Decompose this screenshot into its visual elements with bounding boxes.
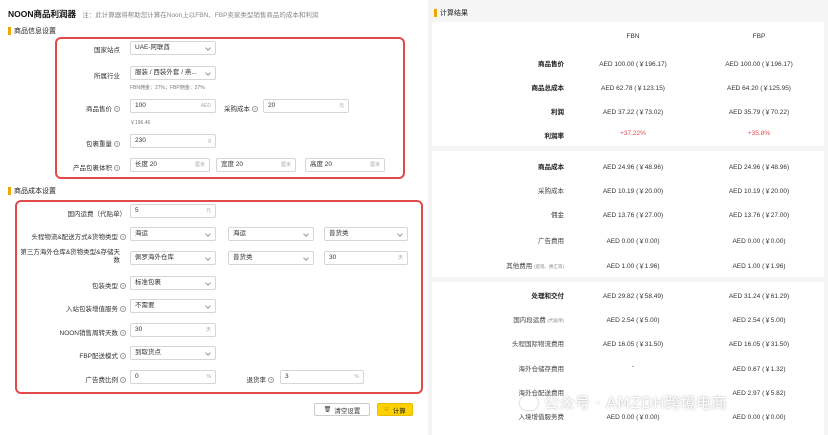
overseas-label: 第三方海外仓库&货物类型&存储天数 [20, 249, 120, 264]
inbound-select[interactable]: 不需要 [130, 299, 216, 313]
volume-label: 产品包裹体积? [73, 165, 120, 172]
pointer-hand-icon: ☞ [384, 407, 390, 413]
page-header: NOON商品利润器 注：此计算器将帮助您计算在Noon上以FBN、FBP卖家类型… [8, 8, 318, 20]
calculate-button[interactable]: ☞ 计算 [377, 403, 413, 416]
width-input[interactable]: 宽度 20 厘米 [216, 158, 296, 172]
help-icon: ? [120, 306, 126, 313]
product-section-title: 商品信息设置 [8, 26, 56, 36]
page-note: 注：此计算器将帮助您计算在Noon上以FBN、FBP卖家类型销售商品的成本和利润 [82, 12, 319, 19]
chevron-down-icon [205, 280, 211, 286]
app-root: NOON商品利润器 注：此计算器将帮助您计算在Noon上以FBN、FBP卖家类型… [0, 0, 828, 435]
results-panel: 计算结果 FBN FBP 商品售价 AED 100.00 (￥196.17) AED… [428, 0, 828, 435]
headhaul-mode-select[interactable]: 海运 [130, 227, 216, 241]
headhaul-type-select[interactable]: 普货类 [324, 227, 408, 241]
chevron-down-icon [397, 231, 403, 237]
commission-note: FBN佣金：27%；FBP佣金：27% [130, 85, 205, 91]
headhaul-method-select[interactable]: 海运 [228, 227, 314, 241]
col-fbn: FBN [626, 33, 640, 40]
domestic-label: 国内运费（代贴单） [67, 211, 127, 218]
purchase-input[interactable]: 20 元 [263, 99, 349, 113]
headhaul-label: 头程物流&配送方式&货物类型? [31, 234, 126, 241]
return-label: 退货率? [246, 377, 274, 384]
help-icon: ? [114, 106, 120, 113]
price-input[interactable]: 100 AED [130, 99, 216, 113]
ad-ratio-input[interactable]: 0% [130, 370, 216, 384]
chevron-down-icon [205, 303, 211, 309]
country-label: 国家站点 [94, 47, 120, 54]
return-rate-input[interactable]: 3% [280, 370, 364, 384]
summary-card: FBN FBP 商品售价 AED 100.00 (￥196.17) AED 100.… [432, 22, 824, 146]
overseas-type-select[interactable]: 普货类 [228, 251, 314, 265]
weight-label: 包裹重量? [86, 141, 120, 148]
package-select[interactable]: 标准包裹 [130, 276, 216, 290]
storage-days-input[interactable]: 30 天 [324, 251, 408, 265]
industry-label: 所属行业 [94, 73, 120, 80]
inbound-label: 入站包装增值服务? [66, 306, 126, 313]
overseas-warehouse-select[interactable]: 佩罗海外仓库 [130, 251, 216, 265]
calculator-panel: NOON商品利润器 注：此计算器将帮助您计算在Noon上以FBN、FBP卖家类型… [0, 0, 423, 435]
chevron-down-icon [205, 70, 211, 76]
country-select[interactable]: UAE-阿联酋 [130, 41, 216, 55]
sales-days-label: NOON销售周转天数? [59, 330, 126, 337]
length-input[interactable]: 长度 20 厘米 [130, 158, 210, 172]
purchase-label: 采购成本? [224, 106, 258, 113]
help-icon: ? [120, 353, 126, 360]
help-icon: ? [120, 377, 126, 384]
help-icon: ? [120, 283, 126, 290]
chevron-down-icon [205, 350, 211, 356]
help-icon: ? [114, 165, 120, 172]
product-cost-card: 商品成本 AED 24.96 (￥48.96) AED 24.96 (￥48.96)… [432, 151, 824, 277]
watermark: 公众号 · AMZDH跨境电商 [520, 392, 727, 413]
help-icon: ? [120, 234, 126, 241]
domestic-input[interactable]: 5元 [130, 204, 216, 218]
fbp-label: FBP配送模式? [79, 353, 126, 360]
price-label: 商品售价? [86, 106, 120, 113]
cost-section-title: 商品成本设置 [8, 186, 56, 196]
sales-days-input[interactable]: 30 天 [130, 323, 216, 337]
results-title: 计算结果 [434, 8, 468, 18]
chevron-down-icon [205, 255, 211, 261]
chevron-down-icon [303, 231, 309, 237]
col-fbp: FBP [752, 33, 766, 40]
chevron-down-icon [205, 45, 211, 51]
height-input[interactable]: 高度 20 厘米 [305, 158, 385, 172]
help-icon: ? [120, 330, 126, 337]
weight-input[interactable]: 230 g [130, 134, 216, 148]
ad-label: 广告费比例? [85, 377, 126, 384]
help-icon: ? [252, 106, 258, 113]
price-cny: ￥196.46 [130, 120, 151, 126]
fbp-mode-select[interactable]: 到取货点 [130, 346, 216, 360]
chevron-down-icon [303, 255, 309, 261]
trash-icon: 🗑 [323, 407, 332, 413]
industry-select[interactable]: 服装 / 西装外套 / 燕... [130, 66, 216, 80]
help-icon: ? [114, 141, 120, 148]
help-icon: ? [268, 377, 274, 384]
package-label: 包装类型? [92, 283, 126, 290]
chevron-down-icon [205, 231, 211, 237]
wechat-icon [520, 395, 538, 410]
clear-settings-button[interactable]: 🗑 清空设置 [314, 403, 370, 416]
page-title: NOON商品利润器 [8, 9, 77, 19]
